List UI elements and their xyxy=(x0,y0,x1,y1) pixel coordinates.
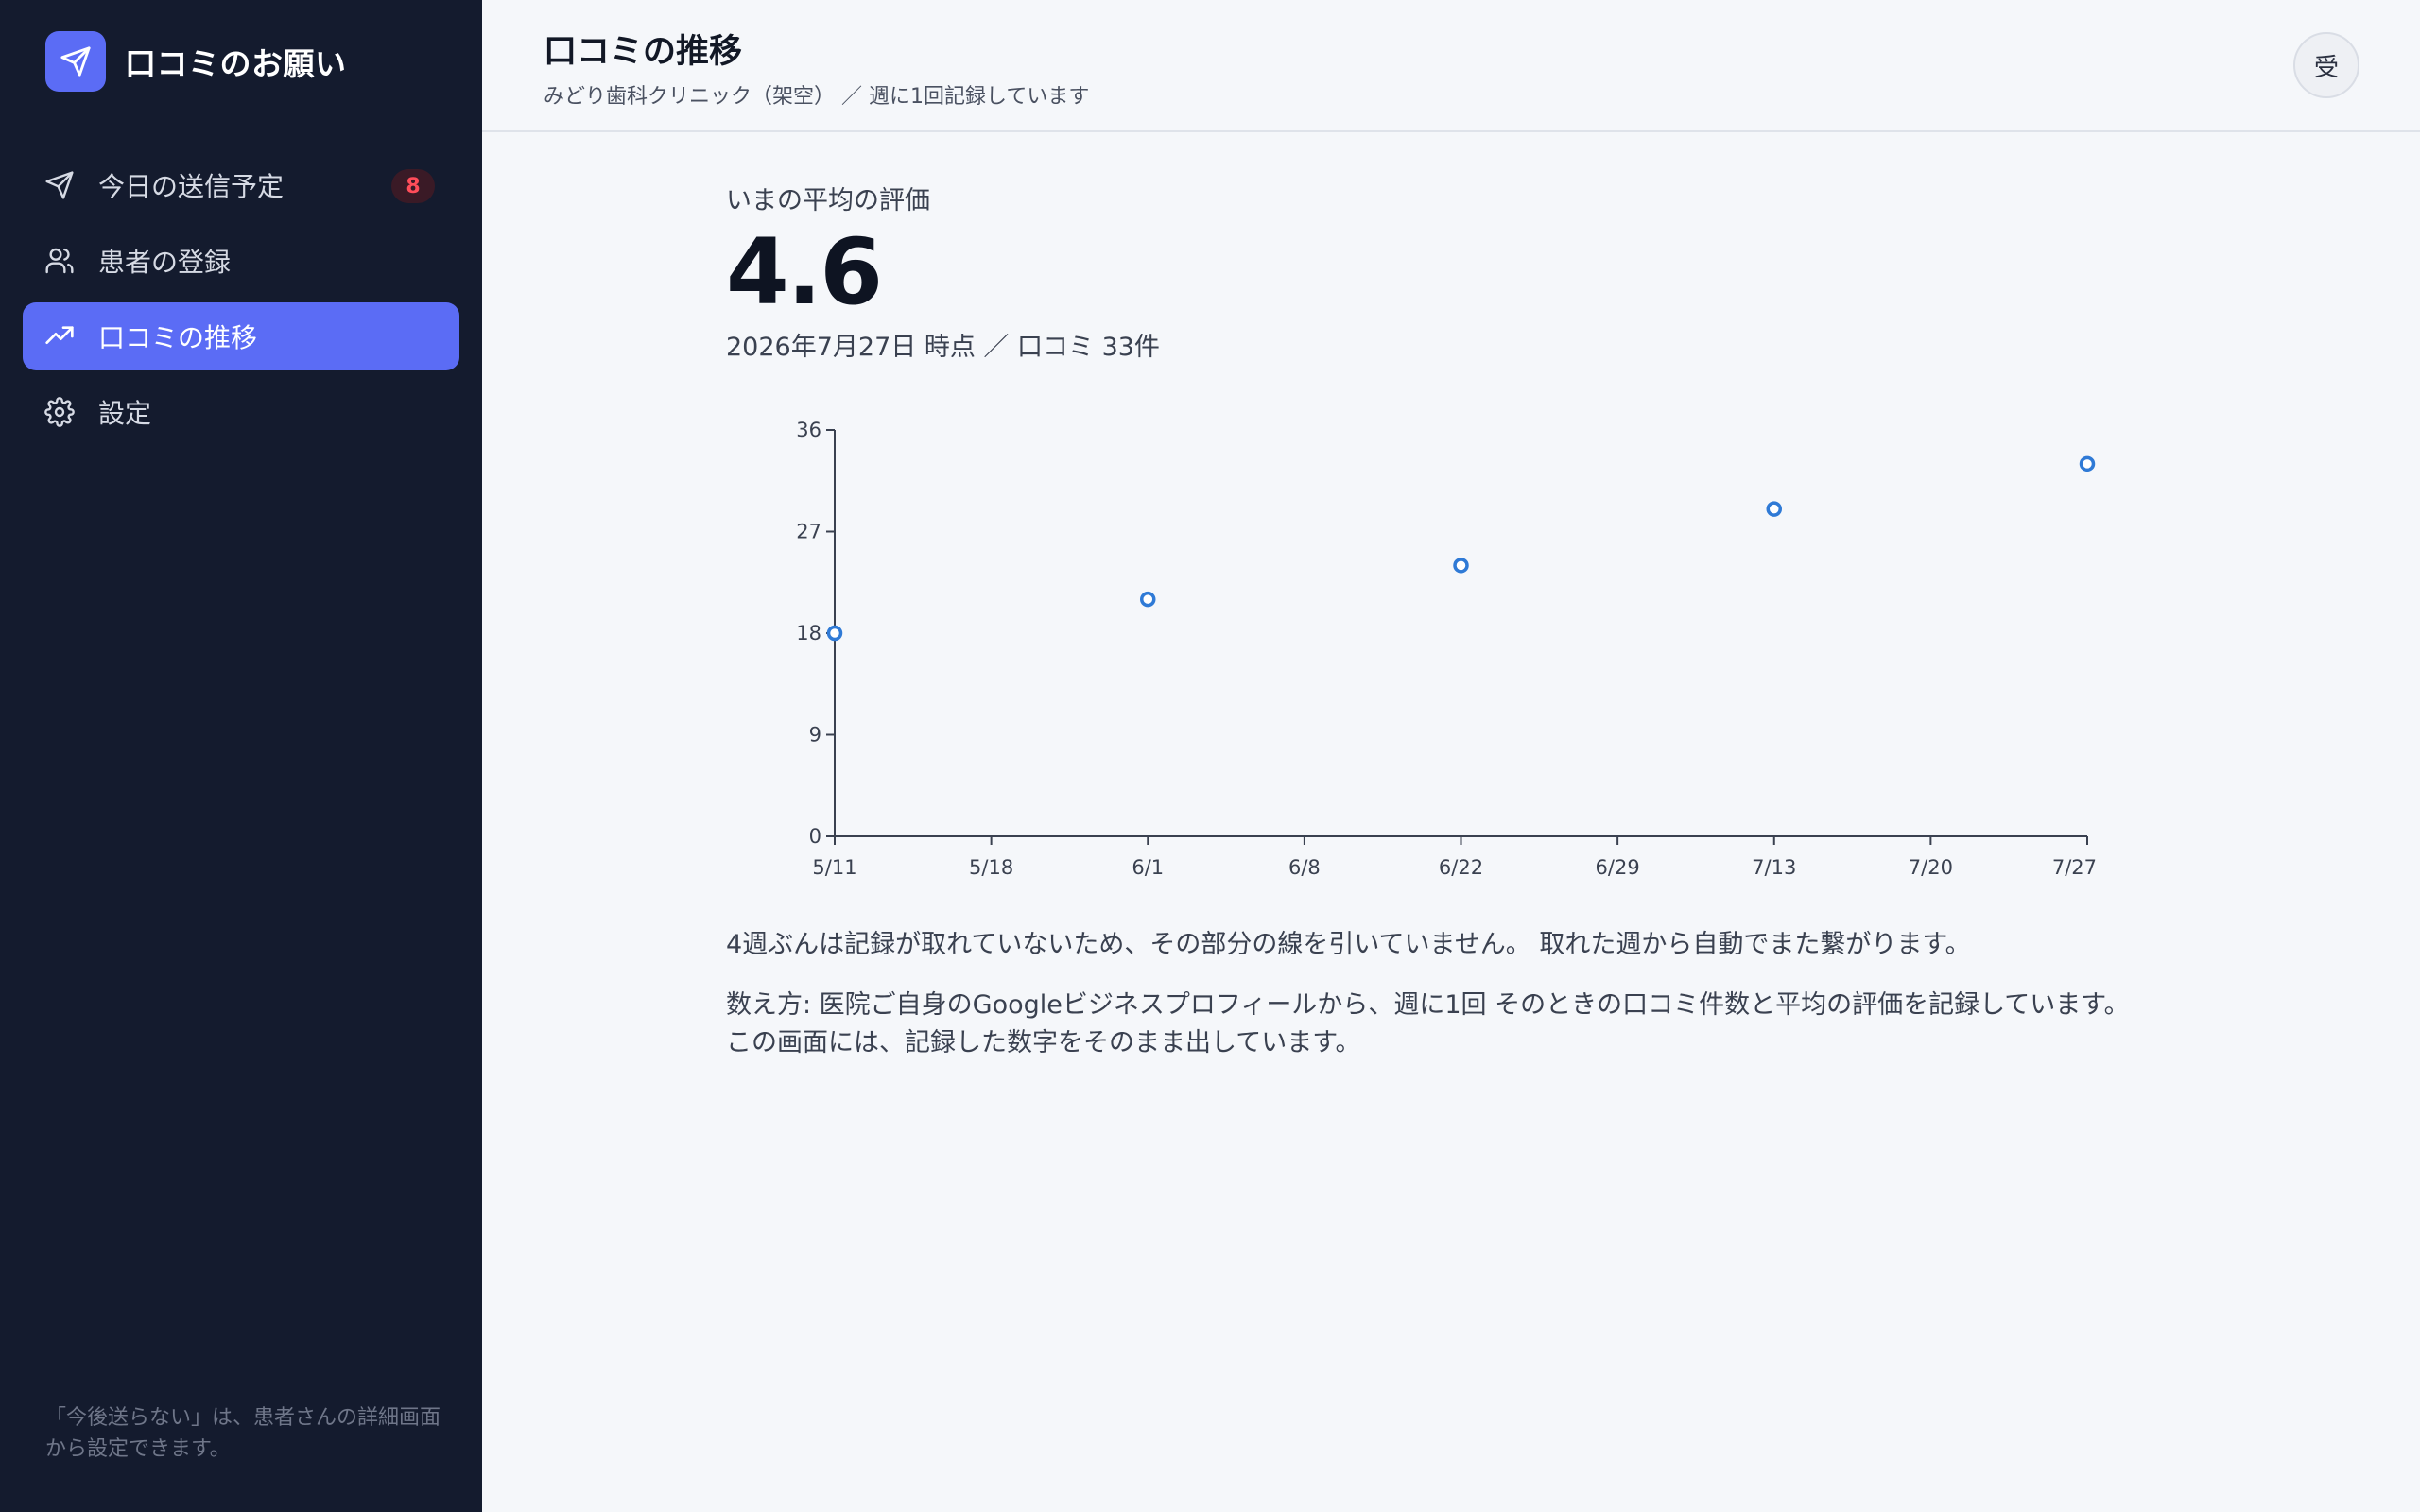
y-tick-label: 27 xyxy=(796,521,821,543)
data-point xyxy=(1140,591,1156,608)
sidebar-item-review-trend[interactable]: 口コミの推移 xyxy=(23,302,459,370)
method-note: 数え方: 医院ご自身のGoogleビジネスプロフィールから、週に1回 そのときの… xyxy=(726,987,2238,1062)
x-tick-label: 6/29 xyxy=(1596,856,1640,879)
gap-note: 4週ぶんは記録が取れていないため、その部分の線を引いていません。 取れた週から自… xyxy=(726,930,1971,959)
send-icon xyxy=(45,31,106,92)
page-subtitle: みどり歯科クリニック（架空） ／ 週に1回記録しています xyxy=(544,85,1090,109)
sidebar-item-label: 設定 xyxy=(98,398,152,429)
users-icon xyxy=(43,245,76,277)
brand: 口コミのお願い xyxy=(45,31,347,92)
summary-section: いまの平均の評価 4.6 2026年7月27日 時点 ／ 口コミ 33件 0 9 1… xyxy=(726,180,2238,1057)
sidebar-hint-text: 「今後送らない」は、患者さんの詳細画面から設定できます。 xyxy=(45,1406,441,1461)
sidebar-item-send-schedule[interactable]: 今日の送信予定 8 xyxy=(23,151,459,219)
x-tick-label: 5/11 xyxy=(812,856,856,879)
y-tick-label: 18 xyxy=(796,622,821,644)
data-point xyxy=(1766,501,1782,517)
main-content: 口コミの推移 みどり歯科クリニック（架空） ／ 週に1回記録しています 受 いま… xyxy=(482,0,2420,1512)
x-tick-label: 5/18 xyxy=(969,856,1013,879)
x-tick-label: 7/27 xyxy=(2052,856,2097,879)
sidebar-item-patient-registration[interactable]: 患者の登録 xyxy=(23,227,459,295)
data-point xyxy=(2079,455,2096,472)
sidebar-item-label: 患者の登録 xyxy=(98,247,232,278)
send-icon xyxy=(43,169,76,201)
method-note-line1: 数え方: 医院ご自身のGoogleビジネスプロフィールから、週に1回 そのときの… xyxy=(726,990,2130,1020)
sidebar-nav: 今日の送信予定 8 患者の登録 口コミの推移 設定 xyxy=(23,151,459,454)
avatar[interactable]: 受 xyxy=(2293,32,2360,98)
review-count-chart: 0 9 18 27 36 5/11 5/18 6/1 6/8 6/22 6/29 7/13 7/20 7/… xyxy=(745,411,2144,887)
sidebar-item-label: 口コミの推移 xyxy=(98,322,258,353)
x-tick-label: 6/8 xyxy=(1288,856,1321,879)
rating-value: 4.6 xyxy=(726,219,883,325)
data-point xyxy=(826,625,843,642)
data-point xyxy=(1453,558,1469,574)
y-tick-label: 0 xyxy=(809,825,821,848)
y-tick-label: 9 xyxy=(809,724,821,747)
page-title: 口コミの推移 xyxy=(544,33,743,71)
trending-up-icon xyxy=(43,320,76,352)
x-tick-label: 6/22 xyxy=(1439,856,1483,879)
x-tick-label: 7/20 xyxy=(1909,856,1953,879)
sidebar: 口コミのお願い 今日の送信予定 8 患者の登録 口コミの推移 設定 「今後送らな… xyxy=(0,0,482,1512)
x-tick-label: 7/13 xyxy=(1752,856,1796,879)
page-header: 口コミの推移 みどり歯科クリニック（架空） ／ 週に1回記録しています 受 xyxy=(482,0,2420,132)
gear-icon xyxy=(43,396,76,428)
rating-meta: 2026年7月27日 時点 ／ 口コミ 33件 xyxy=(726,333,1160,362)
sidebar-item-settings[interactable]: 設定 xyxy=(23,378,459,446)
y-tick-label: 36 xyxy=(796,419,821,441)
count-badge: 8 xyxy=(391,169,435,203)
rating-label: いまの平均の評価 xyxy=(726,186,930,215)
method-note-line2: この画面には、記録した数字をそのまま出しています。 xyxy=(726,1028,1361,1057)
brand-title: 口コミのお願い xyxy=(125,45,347,82)
chart-svg: 0 9 18 27 36 5/11 5/18 6/1 6/8 6/22 6/29 7/13 7/20 7/… xyxy=(796,419,2097,879)
x-tick-label: 6/1 xyxy=(1132,856,1164,879)
sidebar-item-label: 今日の送信予定 xyxy=(98,171,285,202)
